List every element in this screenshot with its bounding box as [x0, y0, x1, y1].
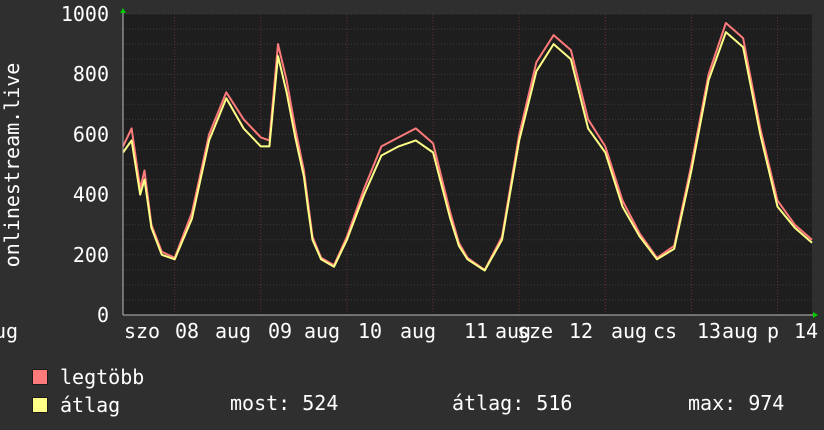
x-tick-label: aug — [0, 319, 18, 343]
x-tick-label: aug — [215, 319, 251, 343]
legend-swatch-atlag — [32, 397, 48, 413]
x-tick-label: aug — [400, 319, 436, 343]
y-tick-label: 200 — [73, 243, 109, 267]
y-tick-label: 800 — [73, 62, 109, 86]
stat-max: max: 974 — [688, 391, 785, 415]
x-tick-label: 08 — [175, 319, 199, 343]
y-tick-label: 1000 — [61, 2, 109, 26]
y-tick-label: 400 — [73, 183, 109, 207]
x-tick-label: szo — [124, 319, 160, 343]
x-tick-label: 13 — [697, 319, 721, 343]
y-axis-label: onlinestream.live — [0, 63, 24, 268]
x-tick-label: sze — [517, 319, 553, 343]
x-axis-arrow — [813, 312, 818, 318]
stat-most: most: 524 — [230, 391, 339, 415]
legend-item-atlag: átlag — [32, 391, 144, 419]
x-tick-label: cs — [653, 319, 677, 343]
y-axis-arrow — [120, 8, 126, 13]
x-tick-label: 11 — [464, 319, 488, 343]
legend-item-legtobb: legtöbb — [32, 363, 144, 391]
legend: legtöbb átlag — [32, 363, 144, 419]
x-tick-label: 10 — [358, 319, 382, 343]
y-tick-label: 0 — [97, 303, 109, 327]
legend-label-legtobb: legtöbb — [60, 365, 145, 389]
x-tick-label: 12 — [569, 319, 593, 343]
x-tick-label: p — [767, 319, 779, 343]
x-tick-label: aug — [304, 319, 340, 343]
legend-label-atlag: átlag — [60, 393, 121, 417]
x-tick-label: aug — [611, 319, 647, 343]
y-tick-label: 600 — [73, 122, 109, 146]
stat-atlag: átlag: 516 — [452, 391, 573, 415]
x-tick-label: aug — [722, 319, 758, 343]
x-tick-label: 09 — [268, 319, 292, 343]
legend-swatch-legtobb — [32, 369, 48, 385]
x-tick-label: 14 — [794, 319, 818, 343]
